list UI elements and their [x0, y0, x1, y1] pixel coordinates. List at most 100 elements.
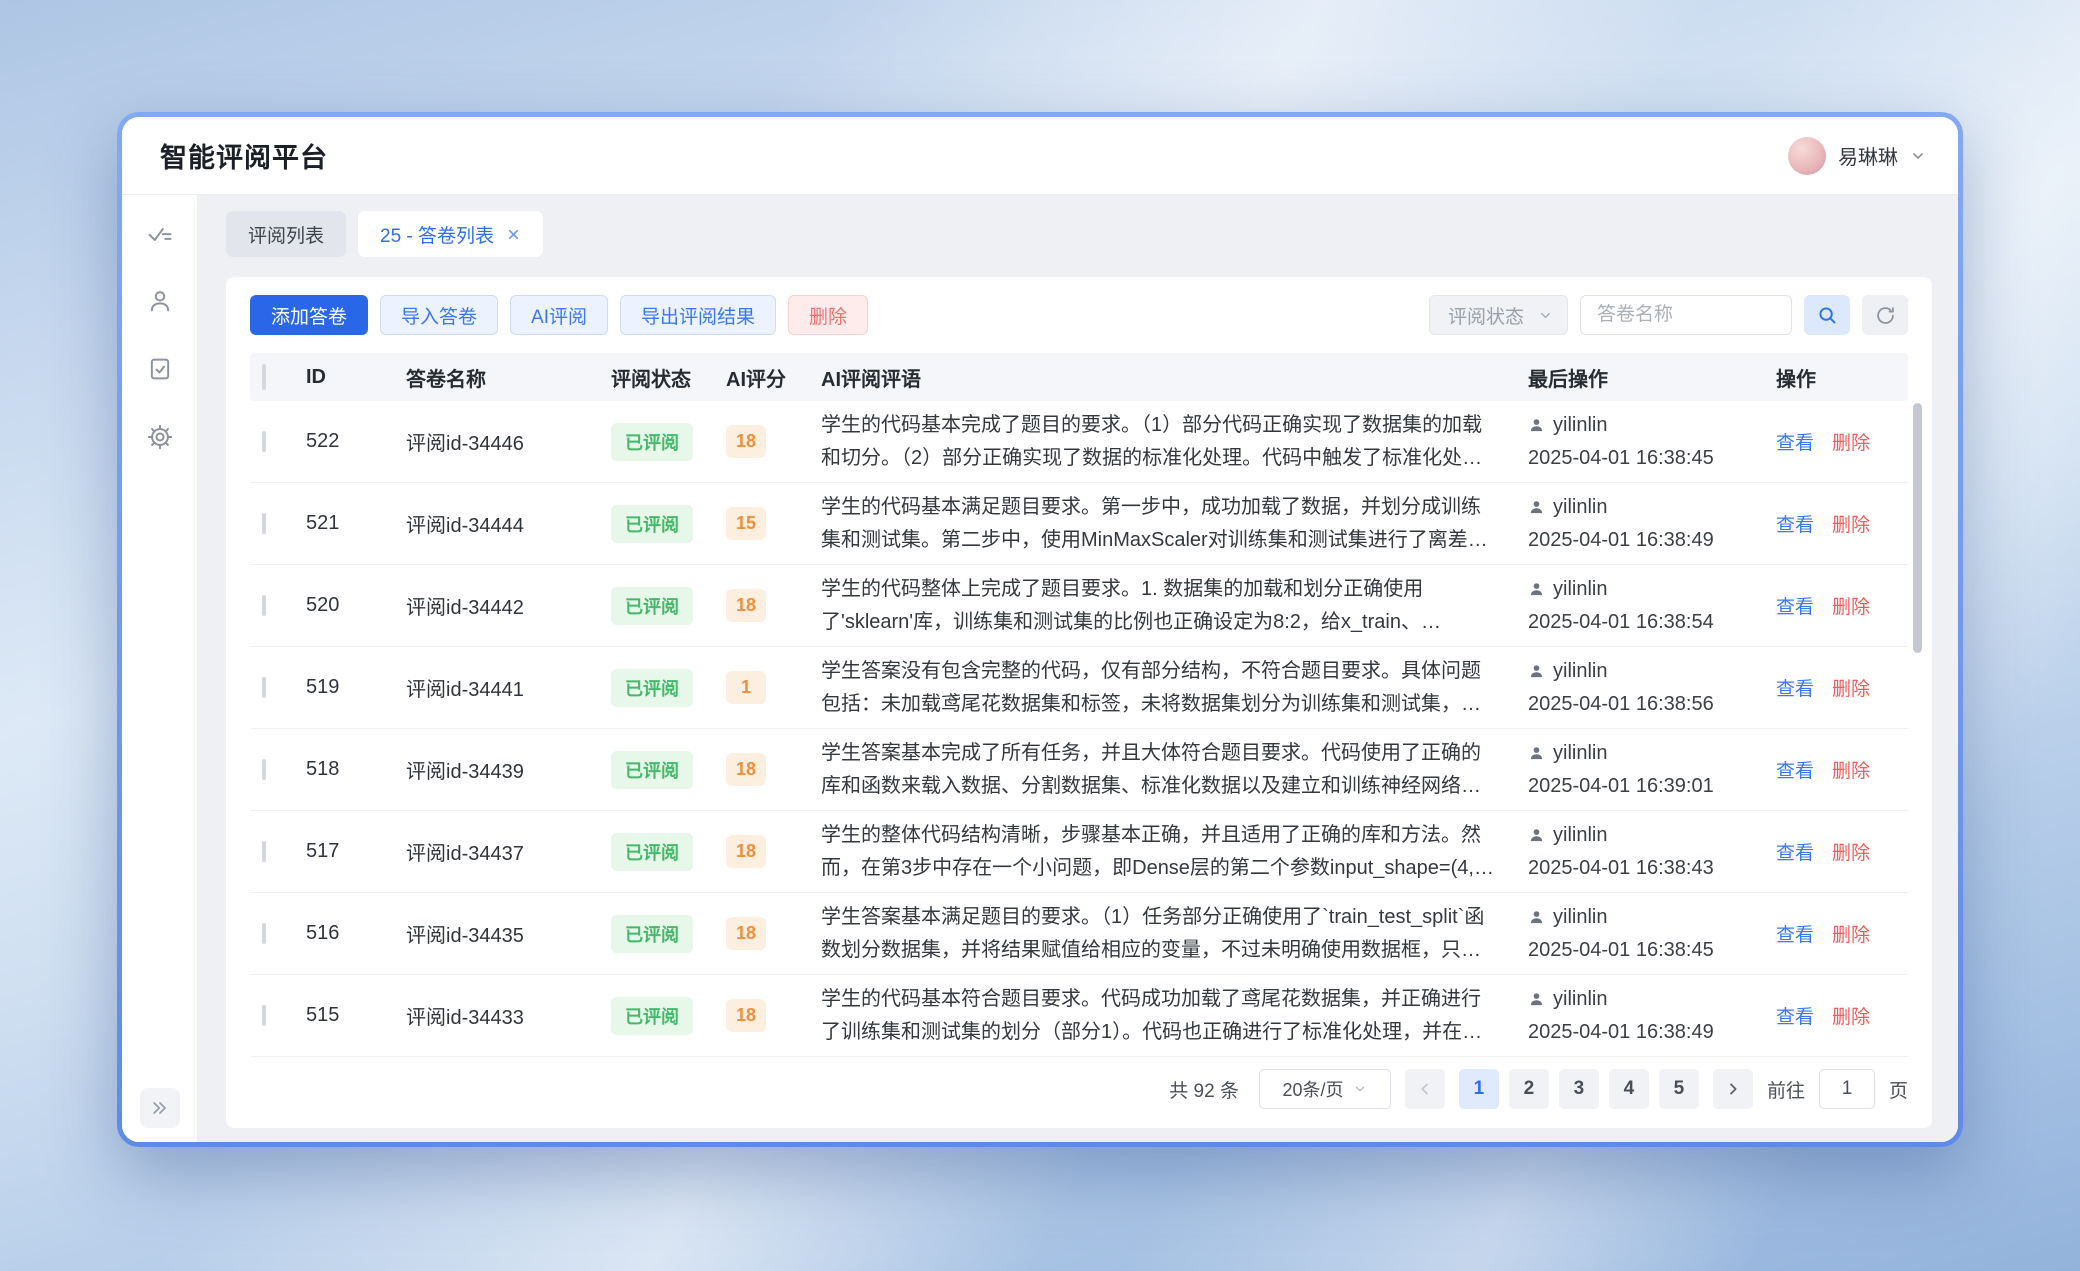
app-window: 智能评阅平台 易琳琳 [117, 112, 1963, 1147]
person-icon [1528, 499, 1545, 516]
operation-time: 2025-04-01 16:38:43 [1528, 852, 1776, 884]
search-button[interactable] [1804, 295, 1850, 335]
delete-link[interactable]: 删除 [1832, 920, 1870, 947]
search-icon [1816, 304, 1838, 326]
row-checkbox[interactable] [262, 1005, 266, 1026]
import-answer-button[interactable]: 导入答卷 [380, 295, 498, 335]
sidebar-item-settings[interactable] [138, 415, 182, 459]
user-name: 易琳琳 [1838, 141, 1898, 170]
row-checkbox[interactable] [262, 759, 266, 780]
table-row: 521 评阅id-34444 已评阅 15 学生的代码基本满足题目要求。第一步中… [250, 483, 1908, 565]
view-link[interactable]: 查看 [1776, 674, 1814, 701]
table-row: 517 评阅id-34437 已评阅 18 学生的整体代码结构清晰，步骤基本正确… [250, 811, 1908, 893]
operation-time: 2025-04-01 16:38:56 [1528, 688, 1776, 720]
app-header: 智能评阅平台 易琳琳 [122, 117, 1958, 195]
chevron-right-icon [1725, 1081, 1741, 1097]
view-link[interactable]: 查看 [1776, 1002, 1814, 1029]
toolbar-filters: 评阅状态 [1429, 295, 1908, 335]
cell-last-op: yilinlin 2025-04-01 16:39:01 [1528, 737, 1776, 802]
row-checkbox[interactable] [262, 677, 266, 698]
cell-actions: 查看 删除 [1776, 510, 1908, 537]
cell-id: 522 [306, 430, 406, 453]
cell-name: 评阅id-34442 [406, 591, 611, 620]
answer-name-input[interactable] [1580, 295, 1792, 335]
prev-page-button[interactable] [1405, 1069, 1445, 1109]
delete-link[interactable]: 删除 [1832, 510, 1870, 537]
view-link[interactable]: 查看 [1776, 920, 1814, 947]
header-actions: 操作 [1776, 363, 1908, 392]
row-checkbox[interactable] [262, 595, 266, 616]
select-all-checkbox[interactable] [262, 364, 266, 390]
view-link[interactable]: 查看 [1776, 756, 1814, 783]
tab[interactable]: 25 - 答卷列表 [358, 211, 543, 257]
score-badge: 18 [726, 999, 766, 1032]
view-link[interactable]: 查看 [1776, 838, 1814, 865]
operator-name: yilinlin [1553, 819, 1607, 851]
sidebar [122, 195, 198, 1142]
operator-name: yilinlin [1553, 983, 1607, 1015]
refresh-button[interactable] [1862, 295, 1908, 335]
delete-link[interactable]: 删除 [1832, 1002, 1870, 1029]
status-filter-select[interactable]: 评阅状态 [1429, 295, 1568, 335]
delete-link[interactable]: 删除 [1832, 838, 1870, 865]
table-scrollbar [1913, 403, 1922, 1052]
delete-link[interactable]: 删除 [1832, 592, 1870, 619]
delete-link[interactable]: 删除 [1832, 674, 1870, 701]
page-button[interactable]: 2 [1509, 1069, 1549, 1109]
row-checkbox[interactable] [262, 841, 266, 862]
double-chevron-right-icon [150, 1098, 170, 1118]
sidebar-item-review-list[interactable] [138, 211, 182, 255]
score-badge: 1 [726, 671, 766, 704]
cell-actions: 查看 删除 [1776, 838, 1908, 865]
page-button[interactable]: 5 [1659, 1069, 1699, 1109]
row-checkbox[interactable] [262, 513, 266, 534]
goto-suffix: 页 [1889, 1076, 1908, 1103]
operation-time: 2025-04-01 16:38:49 [1528, 524, 1776, 556]
cell-id: 519 [306, 676, 406, 699]
status-badge: 已评阅 [611, 751, 693, 789]
page-size-select[interactable]: 20条/页 [1259, 1069, 1391, 1109]
tab[interactable]: 评阅列表 [226, 211, 346, 257]
add-answer-button[interactable]: 添加答卷 [250, 295, 368, 335]
cell-actions: 查看 删除 [1776, 428, 1908, 455]
row-checkbox[interactable] [262, 431, 266, 452]
app-window-inner: 智能评阅平台 易琳琳 [122, 117, 1958, 1142]
chevron-down-icon [1910, 148, 1926, 164]
view-link[interactable]: 查看 [1776, 428, 1814, 455]
page-button[interactable]: 1 [1459, 1069, 1499, 1109]
view-link[interactable]: 查看 [1776, 510, 1814, 537]
cell-last-op: yilinlin 2025-04-01 16:38:54 [1528, 573, 1776, 638]
goto-page-input[interactable] [1819, 1069, 1875, 1109]
row-checkbox[interactable] [262, 923, 266, 944]
status-badge: 已评阅 [611, 505, 693, 543]
cell-name: 评阅id-34441 [406, 673, 611, 702]
close-icon[interactable] [506, 227, 521, 242]
ai-review-button[interactable]: AI评阅 [510, 295, 608, 335]
chevron-left-icon [1417, 1081, 1433, 1097]
operation-time: 2025-04-01 16:38:45 [1528, 442, 1776, 474]
operator-name: yilinlin [1553, 573, 1607, 605]
cell-actions: 查看 删除 [1776, 674, 1908, 701]
status-badge: 已评阅 [611, 915, 693, 953]
delete-button[interactable]: 删除 [788, 295, 868, 335]
sidebar-item-documents[interactable] [138, 347, 182, 391]
sidebar-item-users[interactable] [138, 279, 182, 323]
table-row: 522 评阅id-34446 已评阅 18 学生的代码基本完成了题目的要求。（1… [250, 401, 1908, 483]
page-button[interactable]: 3 [1559, 1069, 1599, 1109]
operation-time: 2025-04-01 16:38:49 [1528, 1016, 1776, 1048]
export-results-button[interactable]: 导出评阅结果 [620, 295, 776, 335]
user-menu[interactable]: 易琳琳 [1788, 137, 1926, 175]
chevron-down-icon [1538, 308, 1553, 323]
delete-link[interactable]: 删除 [1832, 428, 1870, 455]
page-button[interactable]: 4 [1609, 1069, 1649, 1109]
chevron-down-icon [1353, 1082, 1367, 1096]
delete-link[interactable]: 删除 [1832, 756, 1870, 783]
next-page-button[interactable] [1713, 1069, 1753, 1109]
cell-last-op: yilinlin 2025-04-01 16:38:49 [1528, 983, 1776, 1048]
desktop-background: 智能评阅平台 易琳琳 [0, 0, 2080, 1271]
sidebar-expand-button[interactable] [140, 1088, 180, 1128]
cell-id: 521 [306, 512, 406, 535]
view-link[interactable]: 查看 [1776, 592, 1814, 619]
status-badge: 已评阅 [611, 997, 693, 1035]
scrollbar-thumb[interactable] [1913, 403, 1922, 653]
